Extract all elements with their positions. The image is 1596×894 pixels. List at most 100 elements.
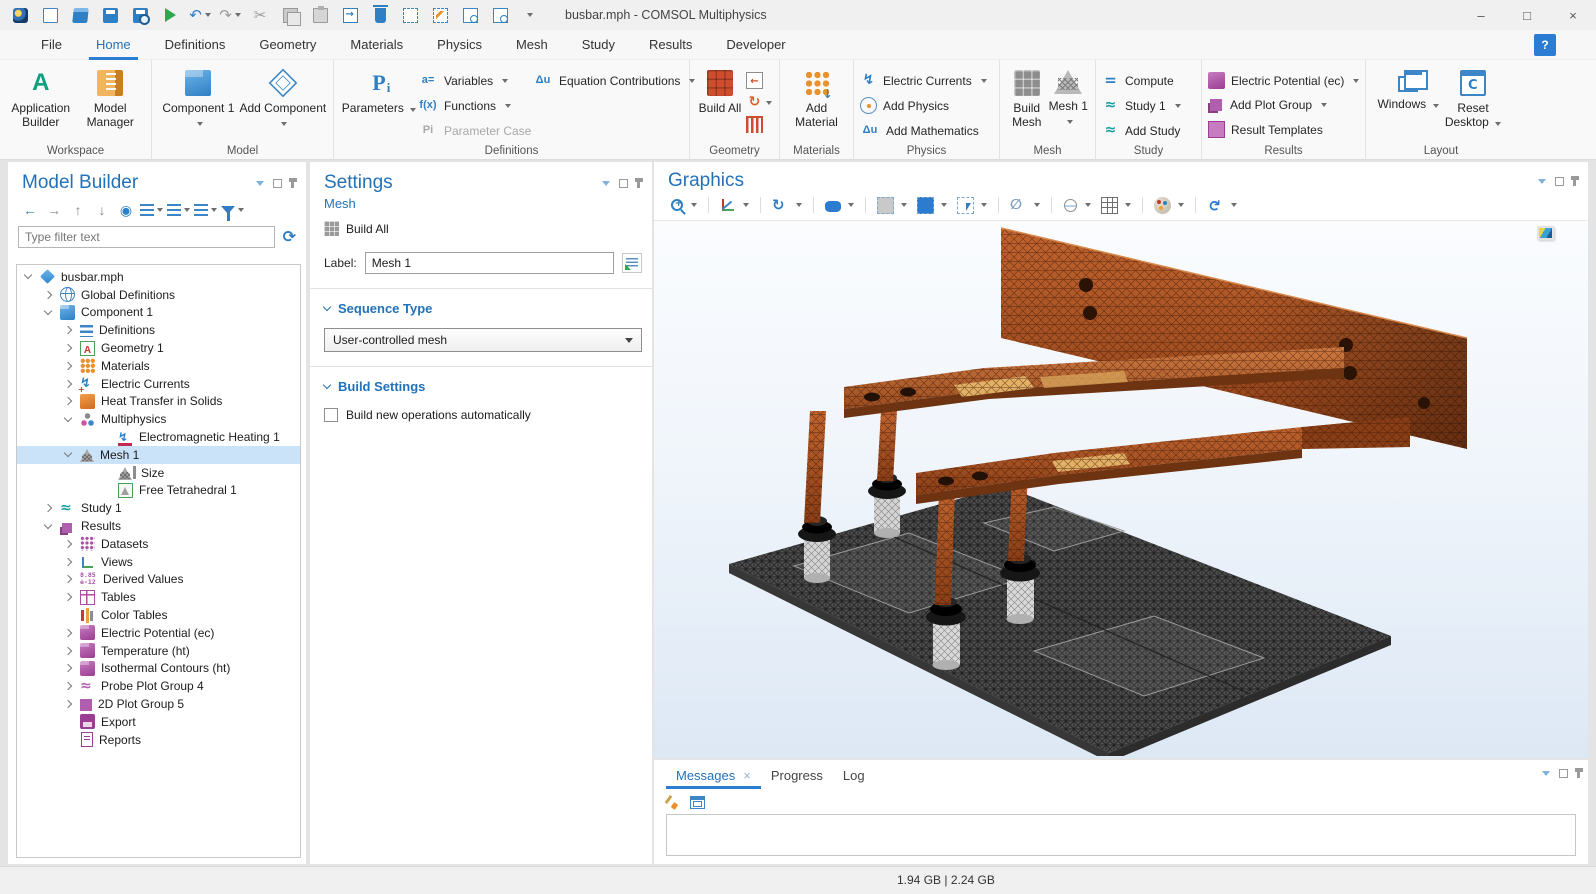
tree-item-heat-transfer[interactable]: Heat Transfer in Solids — [17, 393, 300, 411]
expander-icon[interactable] — [64, 344, 72, 352]
rotate-button[interactable] — [768, 194, 806, 216]
clear-messages-icon[interactable] — [666, 795, 680, 809]
minimize-button[interactable]: – — [1458, 0, 1504, 30]
select-window-button[interactable] — [398, 4, 422, 26]
color-theme-button[interactable] — [1150, 194, 1188, 216]
expander-icon[interactable] — [64, 664, 72, 672]
tab-results[interactable]: Results — [632, 30, 709, 60]
tab-home[interactable]: Home — [79, 30, 148, 60]
expander-icon[interactable] — [44, 290, 52, 298]
tree-item-free-tetrahedral[interactable]: Free Tetrahedral 1 — [17, 482, 300, 500]
update-button[interactable] — [1203, 194, 1241, 216]
tree-item-color-tables[interactable]: Color Tables — [17, 606, 300, 624]
expander-icon[interactable] — [64, 700, 72, 708]
add-component-button[interactable]: Add Component — [239, 66, 327, 129]
tab-materials[interactable]: Materials — [333, 30, 420, 60]
electric-currents-button[interactable]: Electric Currents — [860, 72, 987, 89]
expander-icon[interactable] — [44, 504, 52, 512]
add-plot-group-button[interactable]: Add Plot Group — [1208, 97, 1359, 113]
open-in-window-icon[interactable] — [690, 796, 705, 809]
copy-button[interactable] — [278, 4, 302, 26]
tree-item-derived-values[interactable]: Derived Values — [17, 571, 300, 589]
build-all-button[interactable]: Build All — [310, 211, 652, 236]
tree-item-study-1[interactable]: Study 1 — [17, 499, 300, 517]
mesh-1-button[interactable]: Mesh 1 — [1048, 66, 1090, 127]
tree-item-export[interactable]: Export — [17, 713, 300, 731]
expander-icon[interactable] — [64, 593, 72, 601]
panel-float-icon[interactable] — [273, 179, 282, 188]
show-icon[interactable]: ◉ — [116, 200, 136, 220]
expander-icon[interactable] — [64, 326, 72, 334]
study-1-button[interactable]: Study 1 — [1102, 97, 1181, 114]
label-input[interactable] — [365, 252, 614, 274]
expander-icon[interactable] — [64, 540, 72, 548]
panel-menu-icon[interactable] — [1542, 771, 1550, 776]
panel-menu-icon[interactable] — [1538, 179, 1546, 184]
clear-window-button[interactable] — [428, 4, 452, 26]
rename-icon[interactable] — [622, 253, 642, 273]
tab-physics[interactable]: Physics — [420, 30, 499, 60]
find-document-button[interactable] — [458, 4, 482, 26]
tree-item-2d-plot-group-5[interactable]: 2D Plot Group 5 — [17, 695, 300, 713]
grid-button[interactable] — [1097, 194, 1135, 216]
select-boundaries-button[interactable] — [913, 194, 951, 216]
messages-output[interactable] — [666, 814, 1576, 856]
add-mathematics-button[interactable]: Δu Add Mathematics — [860, 122, 987, 139]
run-button[interactable] — [158, 4, 182, 26]
select-domains-button[interactable] — [873, 194, 911, 216]
tab-log[interactable]: Log — [833, 768, 875, 789]
tab-definitions[interactable]: Definitions — [148, 30, 243, 60]
parameters-button[interactable]: Parameters — [340, 66, 418, 115]
electric-potential-button[interactable]: Electric Potential (ec) — [1208, 72, 1359, 89]
expander-icon[interactable] — [64, 575, 72, 583]
tree-item-global-definitions[interactable]: Global Definitions — [17, 286, 300, 304]
panel-float-icon[interactable] — [1559, 769, 1568, 778]
panel-pin-icon[interactable] — [1573, 176, 1576, 186]
expander-icon[interactable] — [64, 682, 72, 690]
reset-desktop-button[interactable]: Reset Desktop — [1440, 66, 1506, 129]
filter-icon[interactable] — [221, 200, 244, 220]
functions-button[interactable]: f(x) Functions — [418, 97, 533, 114]
tree-item-busbar-mph[interactable]: busbar.mph — [17, 268, 300, 286]
add-study-button[interactable]: Add Study — [1102, 122, 1181, 139]
tab-study[interactable]: Study — [565, 30, 632, 60]
help-button[interactable]: ? — [1534, 34, 1556, 56]
hide-button[interactable] — [1006, 194, 1044, 216]
expander-icon[interactable] — [64, 379, 72, 387]
tree-item-geometry-1[interactable]: Geometry 1 — [17, 339, 300, 357]
zoom-button[interactable] — [666, 194, 701, 216]
tree-item-materials[interactable]: Materials — [17, 357, 300, 375]
new-file-button[interactable] — [38, 4, 62, 26]
expander-icon[interactable] — [44, 520, 52, 528]
tab-progress[interactable]: Progress — [761, 768, 833, 789]
add-physics-button[interactable]: Add Physics — [860, 97, 987, 114]
panel-menu-icon[interactable] — [256, 181, 264, 186]
sequence-type-section[interactable]: Sequence Type — [310, 289, 652, 316]
refresh-icon[interactable]: ⟳ — [283, 227, 296, 247]
back-icon[interactable]: ← — [20, 200, 40, 220]
expander-icon[interactable] — [44, 307, 52, 315]
redo-button[interactable]: ↷ — [218, 4, 242, 26]
collapse-tree-icon[interactable] — [167, 200, 190, 220]
tree-item-electric-potential[interactable]: Electric Potential (ec) — [17, 624, 300, 642]
duplicate-button[interactable] — [338, 4, 362, 26]
tree-item-size[interactable]: Size — [17, 464, 300, 482]
node-text-icon[interactable] — [194, 200, 217, 220]
tree-item-electric-currents[interactable]: Electric Currents — [17, 375, 300, 393]
panel-pin-icon[interactable] — [1577, 768, 1580, 778]
tree-item-datasets[interactable]: Datasets — [17, 535, 300, 553]
select-box-button[interactable] — [953, 194, 991, 216]
move-up-icon[interactable]: ↑ — [68, 200, 88, 220]
compute-button[interactable]: Compute — [1102, 72, 1181, 89]
tree-item-mesh-1[interactable]: Mesh 1 — [17, 446, 300, 464]
move-down-icon[interactable]: ↓ — [92, 200, 112, 220]
close-tab-icon[interactable]: × — [743, 768, 751, 783]
expander-icon[interactable] — [64, 414, 72, 422]
tab-geometry[interactable]: Geometry — [242, 30, 333, 60]
paste-button[interactable] — [308, 4, 332, 26]
parameter-case-button[interactable]: Pi Parameter Case — [418, 122, 533, 139]
virtual-operations-button[interactable] — [746, 116, 772, 133]
equation-contributions-button[interactable]: Δu Equation Contributions — [533, 72, 683, 89]
maximize-button[interactable]: □ — [1504, 0, 1550, 30]
build-new-operations-checkbox[interactable] — [324, 408, 338, 422]
